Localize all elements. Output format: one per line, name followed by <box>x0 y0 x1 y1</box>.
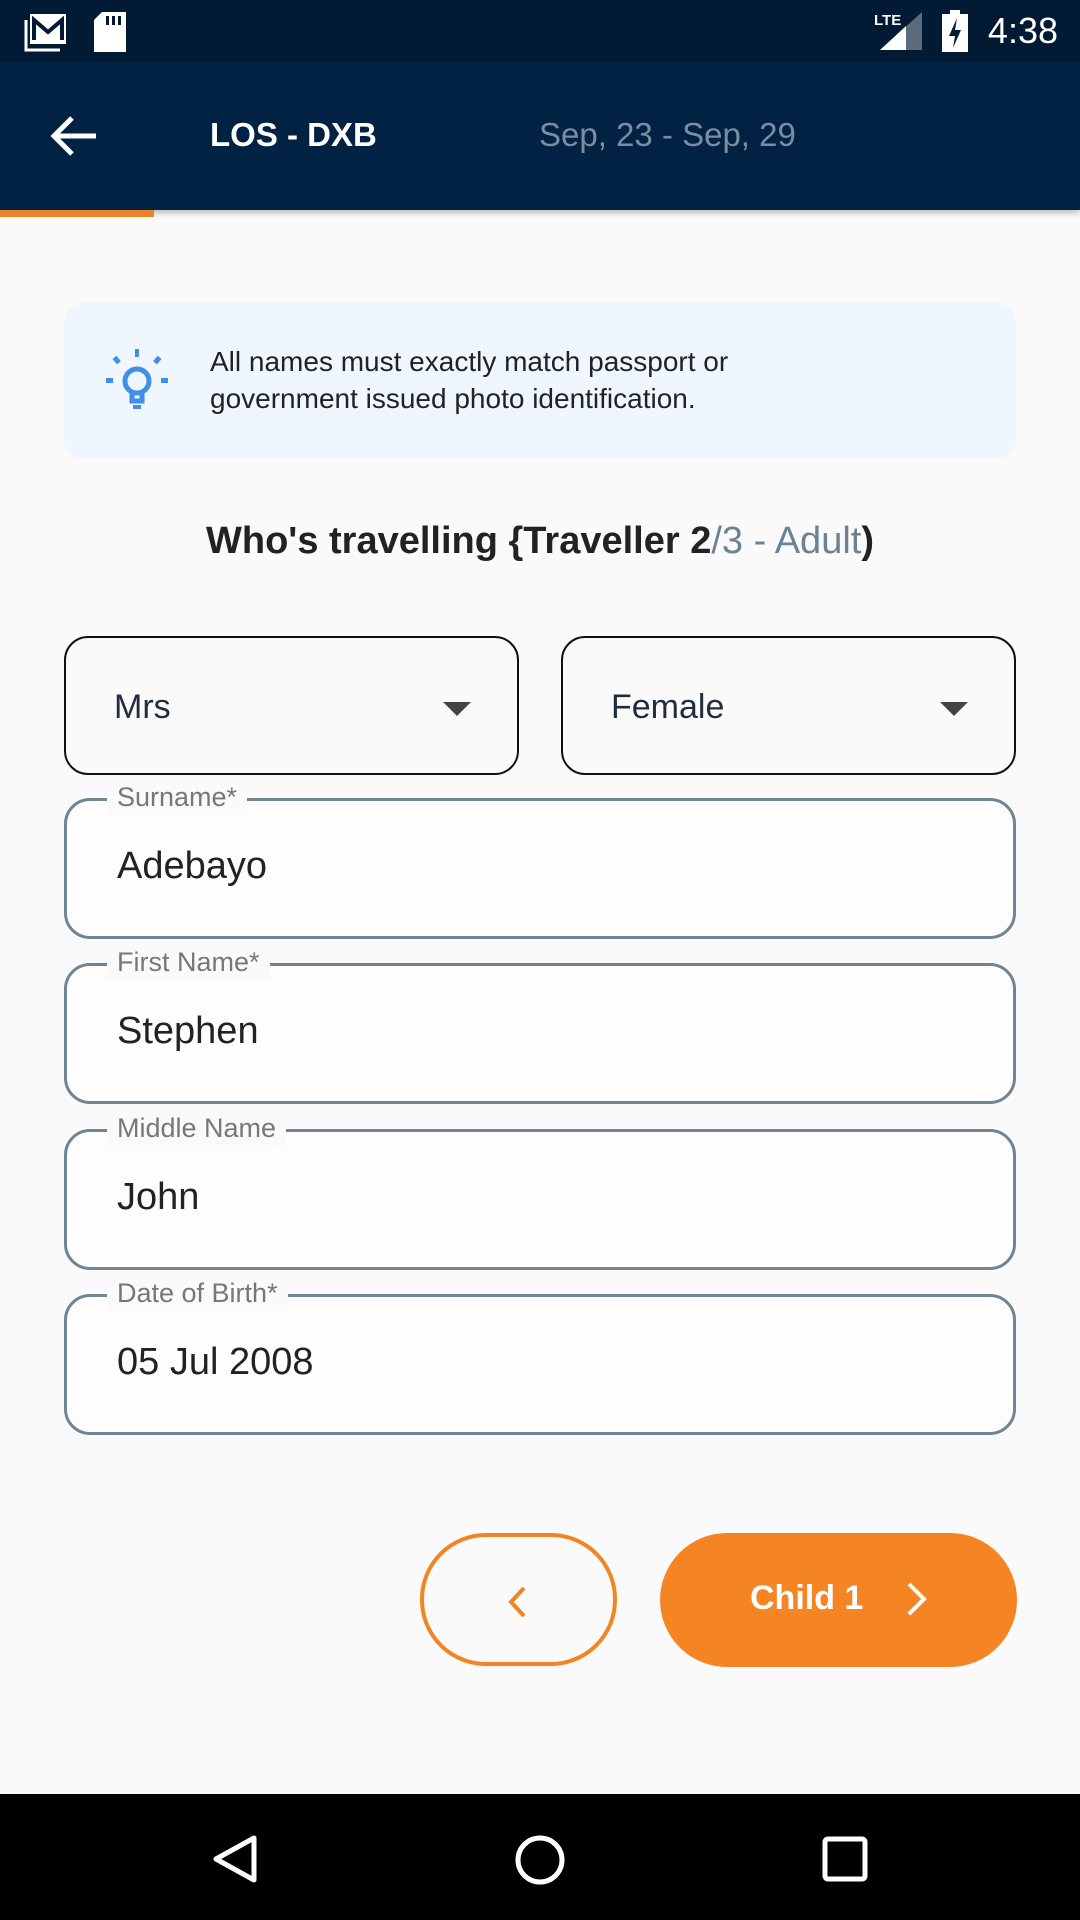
field-label: Middle Name <box>107 1110 287 1146</box>
status-bar: LTE 4:38 <box>0 0 1080 62</box>
progress-bar <box>0 210 154 217</box>
field-value: 05 Jul 2008 <box>117 1341 314 1383</box>
heading-close: ) <box>861 520 874 562</box>
back-arrow-icon[interactable] <box>48 114 100 158</box>
next-traveller-button[interactable]: Child 1 <box>660 1533 1017 1667</box>
field-value: Stephen <box>117 1010 259 1052</box>
travel-dates: Sep, 23 - Sep, 29 <box>539 116 796 153</box>
middle-name-field[interactable]: Middle Name John <box>64 1110 1016 1270</box>
previous-button[interactable] <box>420 1533 617 1666</box>
title-select[interactable]: Mrs <box>64 636 519 775</box>
field-label: Date of Birth* <box>107 1275 288 1311</box>
lightbulb-icon <box>106 349 168 409</box>
field-value: Adebayo <box>117 845 268 887</box>
field-value: John <box>117 1176 200 1218</box>
gender-select[interactable]: Female <box>561 636 1016 775</box>
field-label: Surname* <box>107 779 248 815</box>
navigation-bar <box>0 1794 1080 1920</box>
chevron-right-icon <box>907 1582 927 1616</box>
battery-charging-icon <box>942 10 968 52</box>
title-value: Mrs <box>114 688 171 726</box>
nav-recents-icon[interactable] <box>822 1836 868 1882</box>
sd-card-icon <box>94 12 126 52</box>
info-line-2: government issued photo identification. <box>210 383 696 414</box>
next-label: Child 1 <box>750 1579 864 1617</box>
dropdown-arrow-icon <box>443 702 471 716</box>
nav-home-icon[interactable] <box>514 1834 566 1886</box>
section-heading: Who's travelling {Traveller 2/3 - Adult) <box>0 520 1080 563</box>
gmail-icon <box>24 14 66 52</box>
first-name-field[interactable]: First Name* Stephen <box>64 944 1016 1104</box>
nav-back-icon[interactable] <box>212 1834 258 1884</box>
chevron-left-icon <box>508 1586 526 1618</box>
dropdown-arrow-icon <box>940 702 968 716</box>
info-text: All names must exactly match passport or… <box>210 343 728 417</box>
date-of-birth-field[interactable]: Date of Birth* 05 Jul 2008 <box>64 1275 1016 1435</box>
route-title: LOS - DXB <box>210 116 377 153</box>
heading-sub: /3 - Adult <box>711 520 862 562</box>
info-line-1: All names must exactly match passport or <box>210 346 729 377</box>
signal-icon <box>880 12 922 50</box>
field-label: First Name* <box>107 944 270 980</box>
surname-field[interactable]: Surname* Adebayo <box>64 779 1016 939</box>
clock: 4:38 <box>987 10 1058 51</box>
heading-main: Who's travelling {Traveller 2 <box>206 520 712 562</box>
gender-value: Female <box>611 688 725 726</box>
